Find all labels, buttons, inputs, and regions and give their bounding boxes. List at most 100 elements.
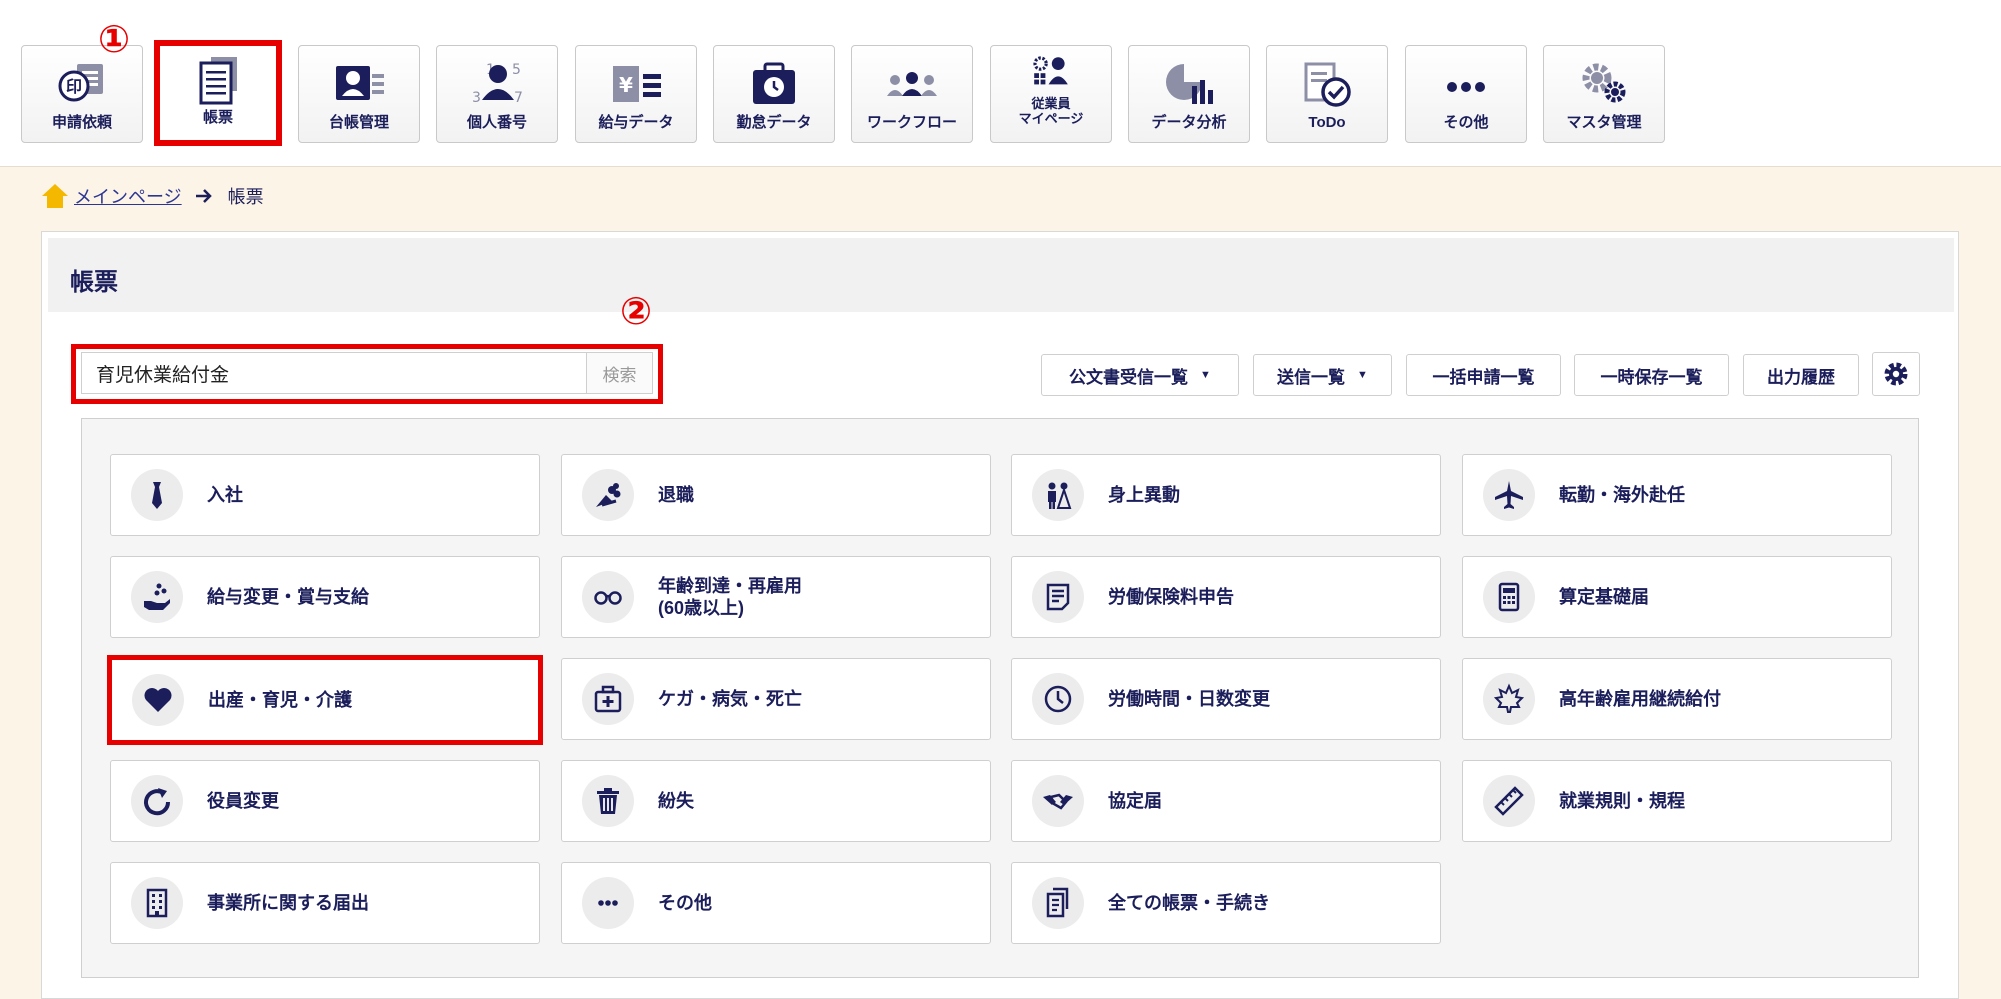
category-card-childbirth-care[interactable]: 出産・育児・介護 [107,655,543,745]
button-label: 送信一覧 [1277,367,1346,387]
gear-icon [1884,362,1908,386]
briefcase-clock-icon [753,62,795,104]
category-label: 就業規則・規程 [1559,791,1685,811]
nav-workflow[interactable]: ワークフロー [851,45,973,143]
category-label: 労働保険料申告 [1108,587,1234,607]
nav-my-number[interactable]: 1 5 3 7 個人番号 [436,45,558,143]
category-card-salary-change[interactable]: 給与変更・賞与支給 [110,556,540,638]
nav-label: 勤怠データ [736,114,812,131]
ruler-icon [1483,775,1535,827]
necktie-icon [131,469,183,521]
category-card-office-notification[interactable]: 事業所に関する届出 [110,862,540,944]
handshake-icon [1032,775,1084,827]
nav-label: ToDo [1308,114,1346,131]
category-card-transfer[interactable]: 転勤・海外赴任 [1462,454,1892,536]
todo-check-icon [1304,62,1351,107]
svg-text:印: 印 [66,77,82,96]
category-label: 協定届 [1108,791,1162,811]
category-card-retirement[interactable]: 退職 [561,454,991,536]
stamp-form-icon: 印 [58,64,103,102]
category-card-injury-illness-death[interactable]: ケガ・病気・死亡 [561,658,991,740]
step-marker-2: ② [620,289,653,333]
category-label: 紛失 [658,791,694,811]
nav-label: 従業員 マイページ [1018,96,1084,126]
search-input[interactable] [82,353,586,393]
person-number-icon: 1 5 3 7 [472,62,523,106]
panel-header: 帳票 [48,238,1954,312]
category-label: その他 [658,893,712,913]
svg-text:¥: ¥ [619,73,633,97]
category-label: 全ての帳票・手続き [1108,893,1270,913]
svg-text:5: 5 [512,62,521,78]
calculator-icon [1483,571,1535,623]
nav-forms[interactable]: 帳票 [154,40,282,146]
category-card-standard-calculation[interactable]: 算定基礎届 [1462,556,1892,638]
nav-employee-mypage[interactable]: 従業員 マイページ [990,45,1112,143]
nav-data-analysis[interactable]: データ分析 [1128,45,1250,143]
category-card-personal-change[interactable]: 身上異動 [1011,454,1441,536]
category-card-age-reemployment[interactable]: 年齢到達・再雇用 (60歳以上) [561,556,991,638]
nav-label: ワークフロー [866,114,957,131]
page-title: 帳票 [70,269,118,296]
output-history-button[interactable]: 出力履歴 [1743,354,1859,396]
nav-other[interactable]: その他 [1405,45,1527,143]
category-card-working-hours-change[interactable]: 労働時間・日数変更 [1011,658,1441,740]
bouquet-icon [582,469,634,521]
settings-button[interactable] [1872,352,1920,396]
sent-list-dropdown[interactable]: 送信一覧 ▼ [1253,354,1392,396]
category-card-all-forms[interactable]: 全ての帳票・手続き [1011,862,1441,944]
category-label: 身上異動 [1108,485,1180,505]
glasses-icon [582,571,634,623]
category-card-agreement[interactable]: 協定届 [1011,760,1441,842]
category-card-labor-insurance[interactable]: 労働保険料申告 [1011,556,1441,638]
refresh-icon [131,775,183,827]
category-label: 入社 [207,485,243,505]
more-dots-icon [1447,82,1485,92]
category-card-loss[interactable]: 紛失 [561,760,991,842]
documents-icon [1032,877,1084,929]
breadcrumb-home-link[interactable]: メインページ [74,183,182,209]
nav-label: 帳票 [202,109,233,126]
category-label: 算定基礎届 [1559,587,1649,607]
document-icon [1032,571,1084,623]
category-card-officer-change[interactable]: 役員変更 [110,760,540,842]
nav-todo[interactable]: ToDo [1266,45,1388,143]
payroll-icon: ¥ [613,66,661,102]
nav-attendance-data[interactable]: 勤怠データ [713,45,835,143]
category-label: 退職 [658,485,694,505]
more-icon [582,877,634,929]
nav-label: 個人番号 [466,114,527,131]
trash-icon [582,775,634,827]
svg-text:7: 7 [514,90,523,106]
category-label: 役員変更 [207,791,279,811]
nav-label: 台帳管理 [328,114,389,131]
category-label: 出産・育児・介護 [208,690,352,710]
home-icon [42,184,68,208]
nav-master-management[interactable]: マスタ管理 [1543,45,1665,143]
category-label: ケガ・病気・死亡 [658,689,802,709]
category-label: 年齢到達・再雇用 (60歳以上) [658,576,802,618]
caret-down-icon: ▼ [1357,369,1368,381]
nav-label: 申請依頼 [51,114,112,131]
workflow-people-icon [887,72,937,96]
nav-label: マスタ管理 [1566,114,1642,131]
category-card-elderly-employment[interactable]: 高年齢雇用継続給付 [1462,658,1892,740]
nav-label: データ分析 [1151,114,1227,131]
category-card-joining[interactable]: 入社 [110,454,540,536]
breadcrumb-current: 帳票 [227,187,264,207]
received-documents-dropdown[interactable]: 公文書受信一覧 ▼ [1041,354,1239,396]
temporary-save-list-button[interactable]: 一時保存一覧 [1574,354,1729,396]
bulk-application-list-button[interactable]: 一括申請一覧 [1406,354,1561,396]
search-box: 検索 [81,352,653,394]
heart-icon [132,674,184,726]
nav-label: その他 [1443,114,1489,131]
nav-payroll-data[interactable]: ¥ 給与データ [575,45,697,143]
wedding-couple-icon [1032,469,1084,521]
category-card-other[interactable]: その他 [561,862,991,944]
nav-label: 給与データ [598,114,674,131]
nav-ledger-management[interactable]: 台帳管理 [298,45,420,143]
gears-icon [1582,63,1626,103]
forms-icon [199,57,237,105]
search-button[interactable]: 検索 [586,353,652,393]
category-card-work-rules[interactable]: 就業規則・規程 [1462,760,1892,842]
